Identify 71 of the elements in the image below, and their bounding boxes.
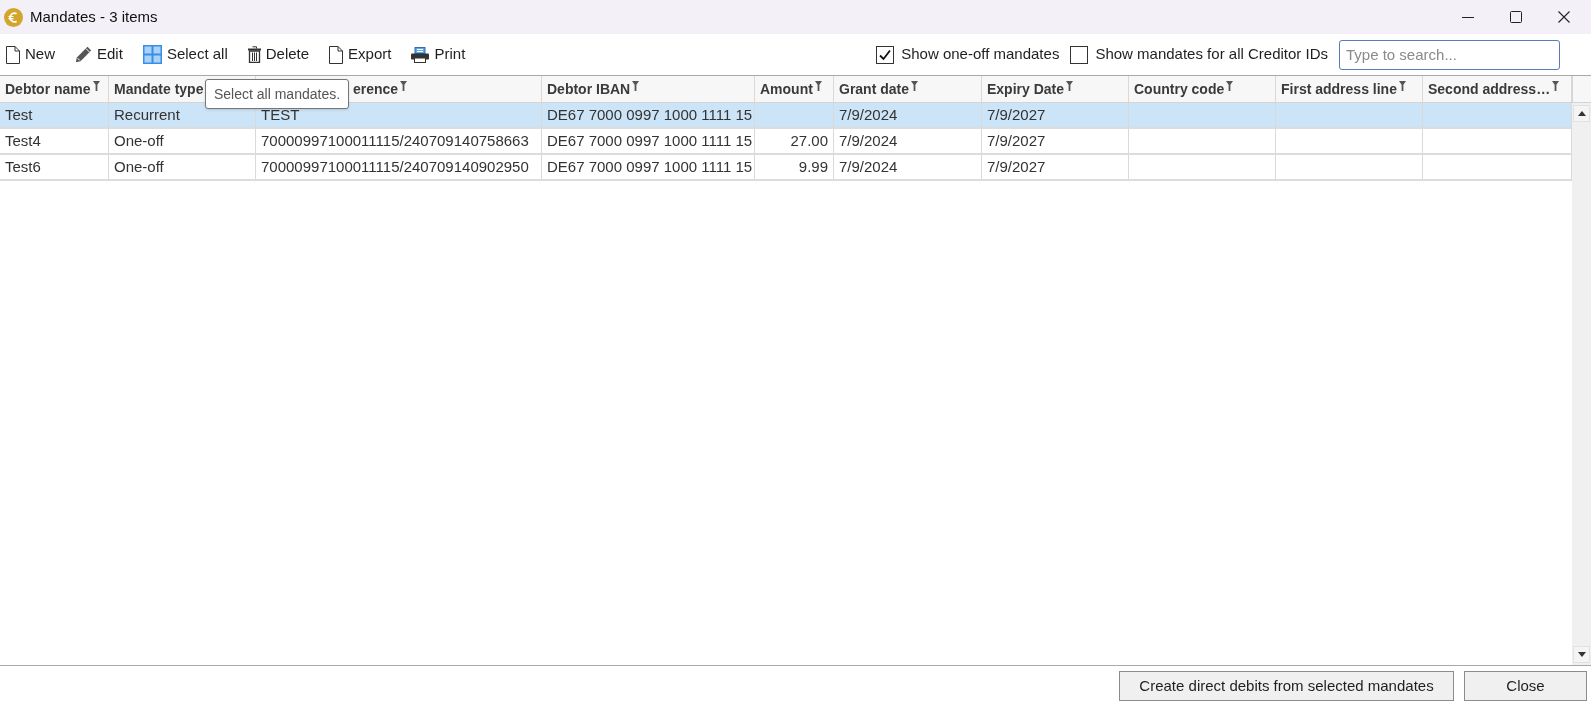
filter-icon[interactable]: [1066, 81, 1074, 91]
tooltip: Select all mandates.: [205, 79, 350, 109]
table-cell-text: 70000997100011115/240709140758663: [261, 130, 529, 151]
column-header[interactable]: First address line: [1281, 79, 1406, 99]
window-title: Mandates - 3 items: [30, 6, 158, 27]
column-header[interactable]: Amount: [760, 79, 822, 99]
caret-down-icon: [1577, 652, 1586, 657]
filter-icon[interactable]: [1552, 81, 1560, 91]
scroll-up-button[interactable]: [1573, 105, 1590, 122]
table-cell-text: 7/9/2024: [839, 156, 898, 177]
pencil-icon: [75, 46, 92, 63]
checkbox[interactable]: [1070, 45, 1089, 64]
table-cell-text: 7/9/2027: [987, 156, 1046, 177]
trash-icon: [247, 46, 261, 63]
euro-coin-icon: [4, 7, 23, 27]
table-cell-text: One-off: [114, 130, 164, 151]
table-cell-text: DE67 7000 0997 1000 1111 15: [547, 130, 753, 151]
column-header[interactable]: Debtor IBAN: [547, 79, 640, 99]
dialog-button[interactable]: Close: [1464, 671, 1587, 701]
table-cell-text: 70000997100011115/240709140902950: [261, 156, 529, 177]
select-all-button[interactable]: Select all: [142, 41, 228, 68]
filter-icon[interactable]: [632, 81, 640, 91]
maximize-icon: [1510, 11, 1522, 23]
table-cell-text: One-off: [114, 156, 164, 177]
table-cell-text: 9.99: [798, 156, 828, 177]
document-icon: [6, 45, 20, 64]
table-cell-text: 7/9/2027: [987, 104, 1046, 125]
scrollbar[interactable]: [1572, 103, 1591, 665]
caret-up-icon: [1577, 111, 1586, 116]
filter-icon[interactable]: [1398, 81, 1406, 91]
minimize-icon: [1462, 16, 1474, 18]
table-cell-text: DE67 7000 0997 1000 1111 15: [547, 156, 753, 177]
table-cell-text: Test4: [5, 130, 41, 151]
column-header[interactable]: Mandate type: [114, 79, 204, 99]
column-header[interactable]: Second address…: [1428, 79, 1560, 99]
filter-icon[interactable]: [814, 81, 822, 91]
column-header[interactable]: Debtor name: [5, 79, 100, 99]
filter-icon[interactable]: [92, 81, 100, 91]
checkbox[interactable]: [876, 45, 895, 64]
table-cell-text: Test6: [5, 156, 41, 177]
table-cell-text: 27.00: [790, 130, 828, 151]
filter-icon[interactable]: [400, 81, 408, 91]
scroll-down-button[interactable]: [1573, 646, 1590, 663]
edit-button[interactable]: Edit: [75, 41, 123, 68]
column-header[interactable]: Expiry Date: [987, 79, 1074, 99]
table-row[interactable]: Test4 One-off 70000997100011115/240709140758663 DE67 7000 0997 1000 1111 15 27.00 7/9/2024 7/9/2027: [0, 129, 1572, 155]
print-button[interactable]: Print: [411, 41, 466, 68]
table-cell-text: 7/9/2024: [839, 130, 898, 151]
document-icon: [329, 45, 344, 64]
table-cell-text: Test: [5, 104, 33, 125]
column-header[interactable]: Grant date: [839, 79, 918, 99]
export-button[interactable]: Export: [329, 41, 392, 68]
grid-icon: [142, 45, 162, 64]
table-cell-text: 7/9/2024: [839, 104, 898, 125]
table-cell-text: DE67 7000 0997 1000 1111 15: [547, 104, 753, 125]
close-icon: [1558, 11, 1570, 23]
checkbox-label[interactable]: Show mandates for all Creditor IDs: [1095, 43, 1328, 66]
filter-icon[interactable]: [1226, 81, 1234, 91]
table-row[interactable]: Test6 One-off 70000997100011115/240709140902950 DE67 7000 0997 1000 1111 15 9.99 7/9/2024 7/9/2027: [0, 155, 1572, 181]
printer-icon: [411, 46, 430, 63]
new-button[interactable]: New: [6, 41, 55, 68]
delete-button[interactable]: Delete: [247, 41, 310, 68]
dialog-button[interactable]: Create direct debits from selected mandates: [1119, 671, 1454, 701]
table-row[interactable]: Test Recurrent TEST DE67 7000 0997 1000 1111 15 7/9/2024 7/9/2027: [0, 103, 1572, 129]
filter-icon[interactable]: [911, 81, 918, 91]
table-cell-text: 7/9/2027: [987, 130, 1046, 151]
column-header[interactable]: erence: [353, 79, 408, 99]
column-header[interactable]: Country code: [1134, 79, 1234, 99]
table-cell-text: Recurrent: [114, 104, 180, 125]
search-field[interactable]: Type to search...: [1339, 39, 1560, 70]
checkbox-label[interactable]: Show one-off mandates: [901, 43, 1060, 66]
